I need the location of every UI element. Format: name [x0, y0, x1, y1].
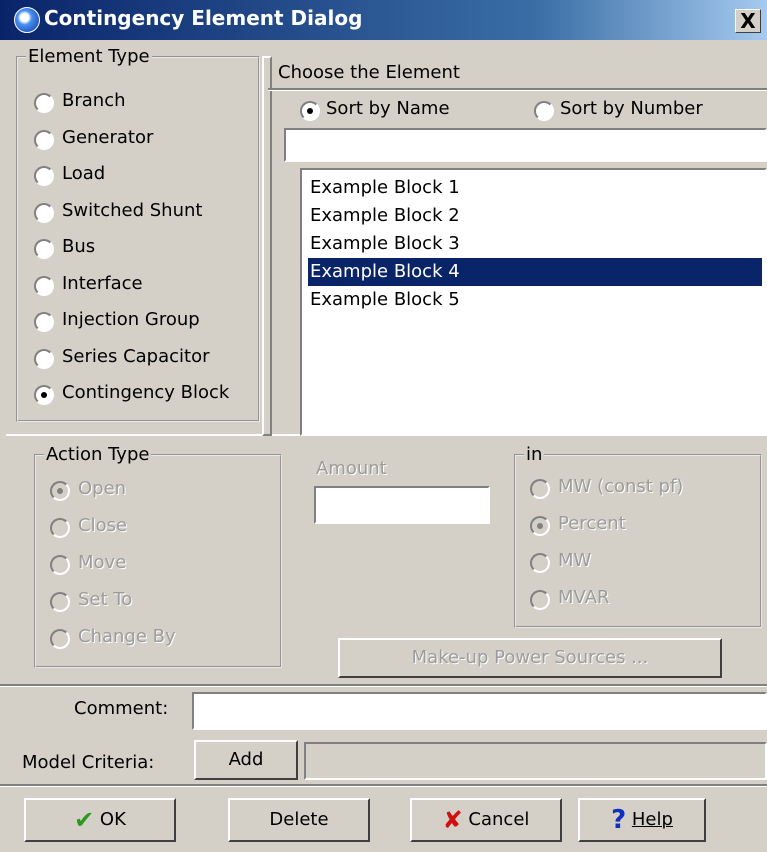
in-unit-option-radio[interactable] — [530, 590, 550, 610]
element-list-item[interactable]: Example Block 1 — [308, 174, 762, 202]
element-type-option-label[interactable]: Series Capacitor — [62, 346, 210, 367]
action-type-option-label[interactable]: Move — [78, 552, 126, 573]
sort-by-number-label[interactable]: Sort by Number — [560, 98, 703, 119]
action-type-option-radio[interactable] — [50, 481, 70, 501]
element-type-option-radio[interactable] — [34, 312, 54, 332]
in-unit-option-label[interactable]: MW — [558, 550, 591, 571]
delete-label: Delete — [269, 809, 329, 830]
element-type-option-radio[interactable] — [34, 385, 54, 405]
bottom-separator — [0, 684, 767, 687]
element-list-item[interactable]: Example Block 4 — [308, 258, 762, 286]
close-button[interactable]: X — [735, 9, 761, 33]
model-criteria-add-button[interactable]: Add — [194, 740, 298, 780]
element-list-item[interactable]: Example Block 5 — [308, 286, 762, 314]
element-type-option-label[interactable]: Switched Shunt — [62, 200, 202, 221]
window-title: Contingency Element Dialog — [44, 6, 363, 30]
in-unit-option-radio[interactable] — [530, 553, 550, 573]
element-type-option-radio[interactable] — [34, 166, 54, 186]
help-question-icon: ? — [611, 805, 627, 835]
cancel-label: Cancel — [468, 809, 530, 830]
action-type-option-label[interactable]: Close — [78, 515, 127, 536]
help-label: Help — [631, 809, 673, 830]
model-criteria-label: Model Criteria: — [22, 752, 155, 773]
amount-input[interactable] — [314, 486, 490, 524]
element-type-option-label[interactable]: Bus — [62, 236, 95, 257]
action-type-option-radio[interactable] — [50, 518, 70, 538]
action-type-option-radio[interactable] — [50, 629, 70, 649]
ok-button[interactable]: ✔ OK — [24, 798, 176, 842]
model-criteria-field[interactable] — [304, 742, 767, 780]
sort-by-name-radio[interactable] — [300, 101, 320, 121]
element-type-option-radio[interactable] — [34, 275, 54, 296]
app-icon — [14, 7, 40, 33]
help-button[interactable]: ? Help — [578, 798, 706, 842]
action-type-option-label[interactable]: Change By — [78, 626, 176, 647]
action-type-option-radio[interactable] — [50, 592, 70, 612]
element-type-option-label[interactable]: Generator — [62, 127, 153, 148]
element-type-option-label[interactable]: Interface — [62, 273, 143, 294]
element-type-label: Element Type — [26, 46, 152, 67]
choose-header-line — [268, 88, 767, 91]
button-bar-separator — [0, 784, 767, 787]
element-type-option-radio[interactable] — [34, 93, 54, 113]
element-type-option-label[interactable]: Contingency Block — [62, 382, 229, 403]
amount-label: Amount — [316, 458, 387, 479]
element-filter-input[interactable] — [284, 128, 767, 162]
cancel-button[interactable]: ✘ Cancel — [410, 798, 562, 842]
splitter[interactable] — [262, 56, 272, 436]
action-type-option-label[interactable]: Set To — [78, 589, 132, 610]
element-type-option-radio[interactable] — [34, 348, 54, 369]
element-listbox[interactable]: Example Block 1 Example Block 2 Example Bl… — [300, 168, 767, 436]
choose-element-label: Choose the Element — [278, 62, 460, 83]
in-unit-option-label[interactable]: Percent — [558, 513, 626, 534]
element-type-option-radio[interactable] — [34, 202, 54, 223]
action-type-option-radio[interactable] — [50, 555, 70, 575]
action-type-label: Action Type — [44, 444, 152, 465]
comment-input[interactable] — [192, 692, 767, 730]
comment-label: Comment: — [74, 698, 169, 719]
sort-by-number-radio[interactable] — [534, 101, 554, 121]
in-unit-option-label[interactable]: MVAR — [558, 587, 610, 608]
action-type-option-label[interactable]: Open — [78, 478, 126, 499]
cancel-x-icon: ✘ — [442, 806, 463, 834]
in-unit-option-radio[interactable] — [530, 479, 550, 499]
element-list-item[interactable]: Example Block 2 — [308, 202, 762, 230]
in-unit-option-radio[interactable] — [530, 516, 550, 536]
element-type-option-radio[interactable] — [34, 239, 54, 259]
element-type-option-label[interactable]: Load — [62, 163, 105, 184]
element-type-option-radio[interactable] — [34, 129, 54, 150]
makeup-power-sources-button[interactable]: Make-up Power Sources ... — [338, 638, 722, 678]
in-group-label: in — [524, 444, 545, 465]
delete-button[interactable]: Delete — [228, 798, 370, 842]
element-list-item[interactable]: Example Block 3 — [308, 230, 762, 258]
element-type-group — [16, 56, 260, 422]
checkmark-icon: ✔ — [74, 806, 95, 834]
sort-by-name-label[interactable]: Sort by Name — [326, 98, 450, 119]
element-type-option-label[interactable]: Branch — [62, 90, 126, 111]
in-unit-option-label[interactable]: MW (const pf) — [558, 476, 683, 497]
element-type-option-label[interactable]: Injection Group — [62, 309, 200, 330]
ok-label: OK — [99, 809, 126, 830]
